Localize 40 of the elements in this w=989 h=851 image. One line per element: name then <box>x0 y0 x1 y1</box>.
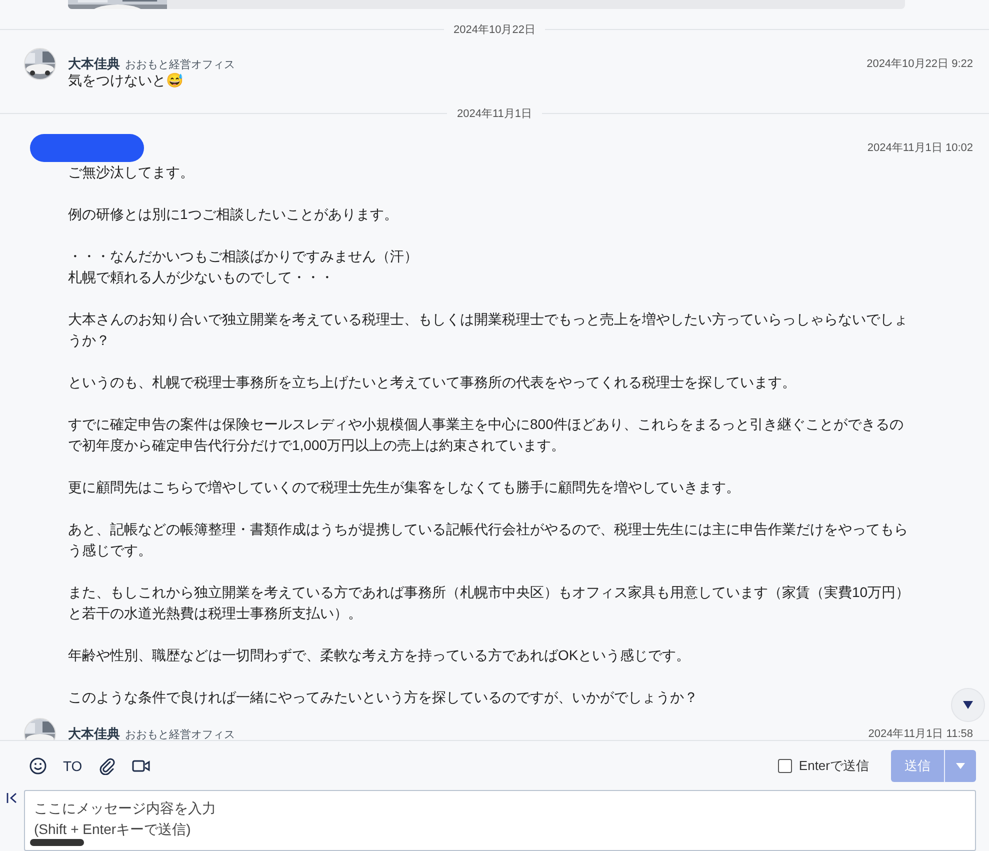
date-label: 2024年11月1日 <box>456 106 534 120</box>
message-text: 更に顧問先はこちらで増やしていくので税理士先生が集客をしなくても勝手に顧問先を増やしていきます。 <box>68 478 741 497</box>
avatar[interactable] <box>24 48 56 80</box>
message-text: あと、記帳などの帳簿整理・書類作成はうちが提携している記帳代行会社がやるので、税理士先生には主に申告作業だけをやってもらう感じです。 <box>68 520 909 560</box>
message-text: すでに確定申告の案件は保険セールスレディや小規模個人事業主を中心に800件ほどあり、これらをまるっと引き継ぐことができるので初年度から確定申告代行分だけで1,000万円以上の売上は約束されています。 <box>68 415 904 455</box>
message-text: また、もしこれから独立開業を考えている方であれば事務所（札幌市中央区）もオフィス家具も用意しています（家賃（実費10万円）と若干の水道光熱費は税理士事務所支払い）。 <box>68 583 911 623</box>
collapse-button[interactable] <box>6 792 18 804</box>
collapse-icon <box>6 792 18 804</box>
checkbox[interactable] <box>778 758 792 772</box>
message-time: 2024年10月22日 9:22 <box>866 57 973 72</box>
message-time: 2024年11月1日 11:58 <box>868 727 973 740</box>
message-text: 例の研修とは別に1つご相談したいことがあります。 <box>68 205 399 224</box>
sender-name[interactable]: 大本佳典 <box>68 726 120 740</box>
redaction-mark <box>30 839 84 846</box>
message-text: ・・・なんだかいつもご相談ばかりですみません（汗） <box>68 247 419 266</box>
caret-icon <box>963 701 973 709</box>
video-button[interactable] <box>132 758 150 772</box>
video-camera-icon <box>132 758 150 772</box>
message-time: 2024年11月1日 10:02 <box>867 141 973 156</box>
checkbox-label[interactable]: Enterで送信 <box>798 756 869 774</box>
message-text: 気をつけないと😅 <box>68 71 184 90</box>
attach-button[interactable] <box>98 756 116 774</box>
sender-organization: おおもと経営オフィス <box>125 728 235 740</box>
message-text: ご無沙汰してます。 <box>68 163 195 182</box>
date-label: 2024年10月22日 <box>452 22 536 36</box>
sender-name[interactable]: 大本佳典 <box>68 56 120 70</box>
emoji-button[interactable] <box>29 756 47 774</box>
scroll-down-button[interactable] <box>951 688 985 722</box>
paperclip-icon <box>98 756 116 774</box>
message-text: というのも、札幌で税理士事務所を立ち上げたいと考えていて事務所の代表をやってくれる税理士を探しています。 <box>68 373 797 392</box>
mention-button[interactable]: TO <box>63 758 82 774</box>
message-text: 年齢や性別、職歴などは一切問わずで、柔軟な考え方を持っている方であればOKという感じです。 <box>68 646 692 665</box>
attachment-card[interactable] <box>68 0 905 9</box>
emoji-icon <box>29 756 47 774</box>
message-text: 札幌で頼れる人が少ないものでして・・・ <box>68 268 335 287</box>
message-text: 大本さんのお知り合いで独立開業を考えている税理士、もしくは開業税理士でもっと売上を増やしたい方っていらっしゃらないでしょうか？ <box>68 310 909 350</box>
message-text: このような条件で良ければ一緒にやってみたいという方を探しているのですが、いかがでしょうか？ <box>68 688 699 707</box>
message-input[interactable]: ここにメッセージ内容を入力 (Shift + Enterキーで送信) <box>24 790 976 851</box>
caret-icon <box>956 762 965 768</box>
sender-organization: おおもと経営オフィス <box>125 58 235 70</box>
